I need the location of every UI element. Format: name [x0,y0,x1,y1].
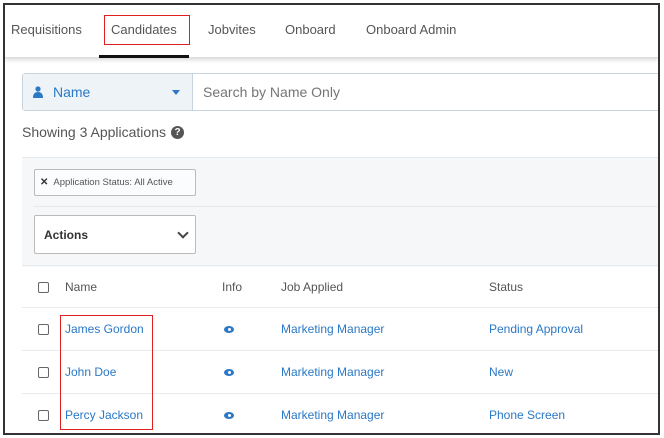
top-nav: Requisitions Candidates Jobvites Onboard… [5,5,658,58]
header-name[interactable]: Name [65,280,97,294]
select-all-checkbox[interactable] [38,281,49,293]
actions-label: Actions [44,227,89,242]
help-icon[interactable]: ? [171,125,184,139]
search-field-label: Name [53,84,91,100]
tab-onboard-admin[interactable]: Onboard Admin [366,22,456,37]
status-link[interactable]: New [489,365,513,379]
row-checkbox[interactable] [38,366,49,378]
job-applied-link[interactable]: Marketing Manager [281,322,384,336]
eye-icon[interactable] [224,325,234,333]
eye-icon[interactable] [224,411,234,419]
actions-dropdown[interactable]: Actions [34,215,196,254]
user-icon [33,86,43,98]
highlight-box-candidate-names [60,315,153,430]
job-applied-link[interactable]: Marketing Manager [281,408,384,422]
tab-onboard[interactable]: Onboard [285,22,336,37]
app-window: Requisitions Candidates Jobvites Onboard… [3,3,660,435]
search-input[interactable] [193,74,658,110]
remove-filter-icon[interactable]: ✕ [40,177,48,188]
caret-down-icon [172,90,180,95]
header-job-applied[interactable]: Job Applied [281,280,343,294]
filter-chip-status[interactable]: ✕ Application Status: All Active [34,169,196,196]
chevron-down-icon [177,227,189,239]
divider [34,206,658,207]
row-checkbox[interactable] [38,323,49,335]
results-summary: Showing 3 Applications ? [22,124,184,140]
tab-jobvites[interactable]: Jobvites [208,22,256,37]
row-checkbox[interactable] [38,409,49,421]
job-applied-link[interactable]: Marketing Manager [281,365,384,379]
tab-requisitions[interactable]: Requisitions [11,22,82,37]
results-count: Showing 3 Applications [22,124,166,140]
filter-chip-label: Application Status: All Active [53,177,173,188]
active-tab-indicator [99,55,189,58]
header-status[interactable]: Status [489,280,523,294]
status-link[interactable]: Pending Approval [489,322,583,336]
highlight-box-candidates-tab [104,15,190,45]
filter-panel: ✕ Application Status: All Active Actions [22,157,658,267]
table-header: Name Info Job Applied Status [22,265,658,308]
eye-icon[interactable] [224,368,234,376]
search-bar: Name [22,73,658,111]
status-link[interactable]: Phone Screen [489,408,565,422]
search-field-select[interactable]: Name [23,74,193,110]
header-info: Info [222,280,243,294]
